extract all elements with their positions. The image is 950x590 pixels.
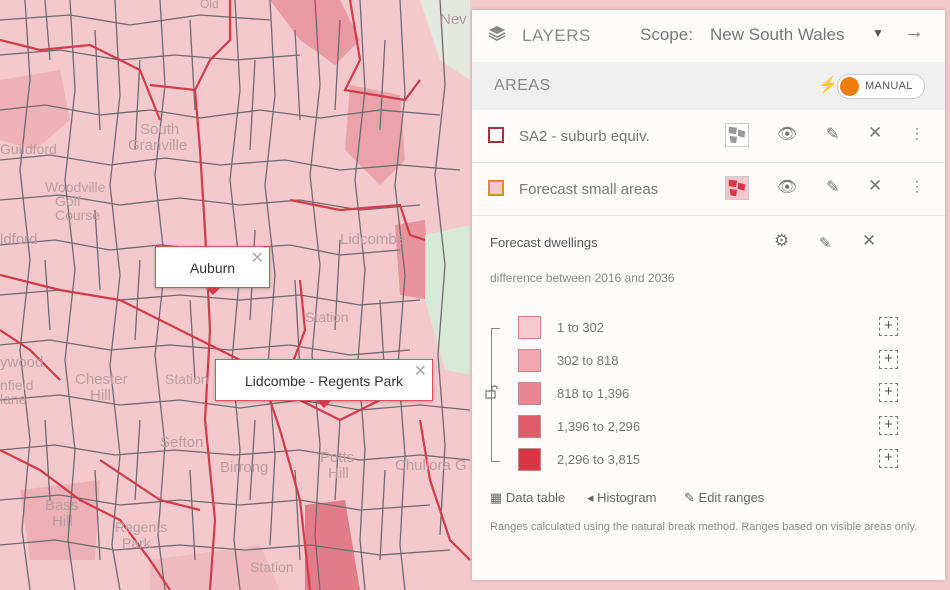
- legend-range: 1 to 302: [557, 320, 604, 335]
- layer-name: Forecast small areas: [519, 181, 659, 198]
- pencil-icon[interactable]: ✎: [826, 124, 839, 144]
- legend-row: 1,396 to 2,296 +: [472, 415, 945, 440]
- map-label: Granville: [128, 137, 188, 154]
- layer-thumbnail-icon[interactable]: [725, 176, 749, 200]
- toggle-knob: [840, 77, 859, 96]
- manual-toggle[interactable]: MANUAL: [837, 74, 925, 99]
- popup-auburn[interactable]: Auburn ✕: [155, 246, 270, 295]
- forecast-subtitle: difference between 2016 and 2036: [490, 271, 675, 285]
- add-range-icon[interactable]: +: [879, 350, 898, 369]
- map-label: Chullora G: [395, 457, 467, 474]
- map-label: Course: [55, 207, 101, 223]
- map-label: Hill: [328, 465, 349, 482]
- pencil-icon[interactable]: ✎: [819, 234, 832, 252]
- map-label: Chester: [75, 371, 128, 388]
- legend-swatch[interactable]: [518, 415, 541, 438]
- forecast-title: Forecast dwellings: [490, 235, 598, 250]
- layer-name: SA2 - suburb equiv.: [519, 128, 650, 145]
- edit-ranges-link[interactable]: ✎ Edit ranges: [684, 490, 764, 506]
- popup-label: Lidcombe - Regents Park: [245, 373, 403, 389]
- panel-title: LAYERS: [522, 26, 591, 45]
- areas-header: AREAS ⚡ MANUAL: [472, 62, 945, 110]
- popup-lidcombe-regents-park[interactable]: Lidcombe - Regents Park ✕: [215, 359, 433, 408]
- map-label: ldford: [0, 231, 38, 248]
- close-icon[interactable]: ✕: [251, 248, 264, 268]
- map-pin-icon: [205, 287, 221, 295]
- map-label: South: [140, 121, 180, 138]
- map-label: Lidcombe: [340, 231, 406, 248]
- eye-icon[interactable]: 👁: [777, 177, 797, 197]
- table-icon: ▦: [490, 490, 503, 505]
- map-label: Station: [165, 371, 209, 387]
- drag-handle-icon[interactable]: ⋮: [910, 178, 924, 195]
- close-icon[interactable]: ✕: [868, 176, 882, 196]
- gear-icon[interactable]: ⚙: [774, 231, 789, 251]
- map-pin-icon: [316, 400, 332, 408]
- legend-range: 1,396 to 2,296: [557, 419, 641, 434]
- legend-swatch[interactable]: [518, 382, 541, 405]
- legend-swatch[interactable]: [518, 316, 541, 339]
- histogram-icon: ◂: [587, 490, 594, 505]
- layer-row-sa2[interactable]: SA2 - suburb equiv. 👁 ✎ ✕ ⋮: [472, 110, 945, 163]
- map-label: Station: [250, 559, 294, 575]
- chevron-down-icon[interactable]: ▼: [872, 26, 884, 40]
- add-range-icon[interactable]: +: [879, 416, 898, 435]
- map-label: Old: [200, 0, 219, 11]
- ranges-note: Ranges calculated using the natural brea…: [490, 521, 918, 533]
- arrow-right-icon[interactable]: →: [904, 21, 924, 44]
- map-label: Sefton: [160, 434, 204, 451]
- scope-select[interactable]: New South Wales: [710, 25, 844, 45]
- map-label: Bass: [45, 497, 79, 514]
- legend-swatch[interactable]: [518, 349, 541, 372]
- map-label: Potts: [320, 449, 355, 466]
- map-label: Guildford: [0, 141, 57, 157]
- legend-row: 1 to 302 +: [472, 316, 945, 341]
- map-label: Park: [122, 535, 151, 551]
- eye-icon[interactable]: 👁: [777, 124, 797, 144]
- legend-range: 2,296 to 3,815: [557, 452, 641, 467]
- data-table-link[interactable]: ▦ Data table: [490, 490, 565, 506]
- map-label: lane: [0, 391, 27, 407]
- legend-row: 2,296 to 3,815 +: [472, 448, 945, 473]
- legend-swatch[interactable]: [518, 448, 541, 471]
- add-range-icon[interactable]: +: [879, 449, 898, 468]
- map-label: ywood: [0, 354, 44, 371]
- drag-handle-icon[interactable]: ⋮: [910, 125, 924, 142]
- close-icon[interactable]: ✕: [862, 231, 876, 251]
- panel-header: LAYERS Scope: New South Wales ▼ →: [472, 10, 945, 62]
- scope-label: Scope:: [640, 25, 693, 44]
- bolt-icon[interactable]: ⚡: [818, 75, 838, 95]
- histogram-link[interactable]: ◂ Histogram: [587, 490, 656, 506]
- layers-panel: LAYERS Scope: New South Wales ▼ → AREAS …: [472, 10, 945, 580]
- map-label: Station: [305, 309, 349, 325]
- layers-icon: [488, 26, 506, 41]
- map-label: Hill: [90, 387, 111, 404]
- legend-range: 818 to 1,396: [557, 386, 630, 401]
- close-icon[interactable]: ✕: [414, 361, 427, 381]
- add-range-icon[interactable]: +: [879, 383, 898, 402]
- map-label: Birrong: [220, 459, 269, 476]
- legend-range: 302 to 818: [557, 353, 619, 368]
- toggle-label: MANUAL: [865, 80, 913, 92]
- layer-symbol: [488, 127, 504, 143]
- map-label: Nev: [440, 11, 467, 28]
- pencil-icon: ✎: [684, 490, 695, 505]
- areas-title: AREAS: [494, 77, 551, 94]
- layer-row-forecast[interactable]: Forecast small areas 👁 ✎ ✕ ⋮: [472, 163, 945, 216]
- map-label: Regents: [115, 519, 168, 535]
- edit-ranges-label: Edit ranges: [698, 490, 765, 505]
- layer-symbol: [488, 180, 504, 196]
- legend-row: 302 to 818 +: [472, 349, 945, 374]
- histogram-label: Histogram: [597, 490, 657, 505]
- add-range-icon[interactable]: +: [879, 317, 898, 336]
- layer-thumbnail-icon[interactable]: [725, 123, 749, 147]
- legend-row: 818 to 1,396 +: [472, 382, 945, 407]
- close-icon[interactable]: ✕: [868, 123, 882, 143]
- pencil-icon[interactable]: ✎: [826, 177, 839, 197]
- data-table-label: Data table: [505, 490, 566, 505]
- map-label: Hill: [52, 513, 73, 530]
